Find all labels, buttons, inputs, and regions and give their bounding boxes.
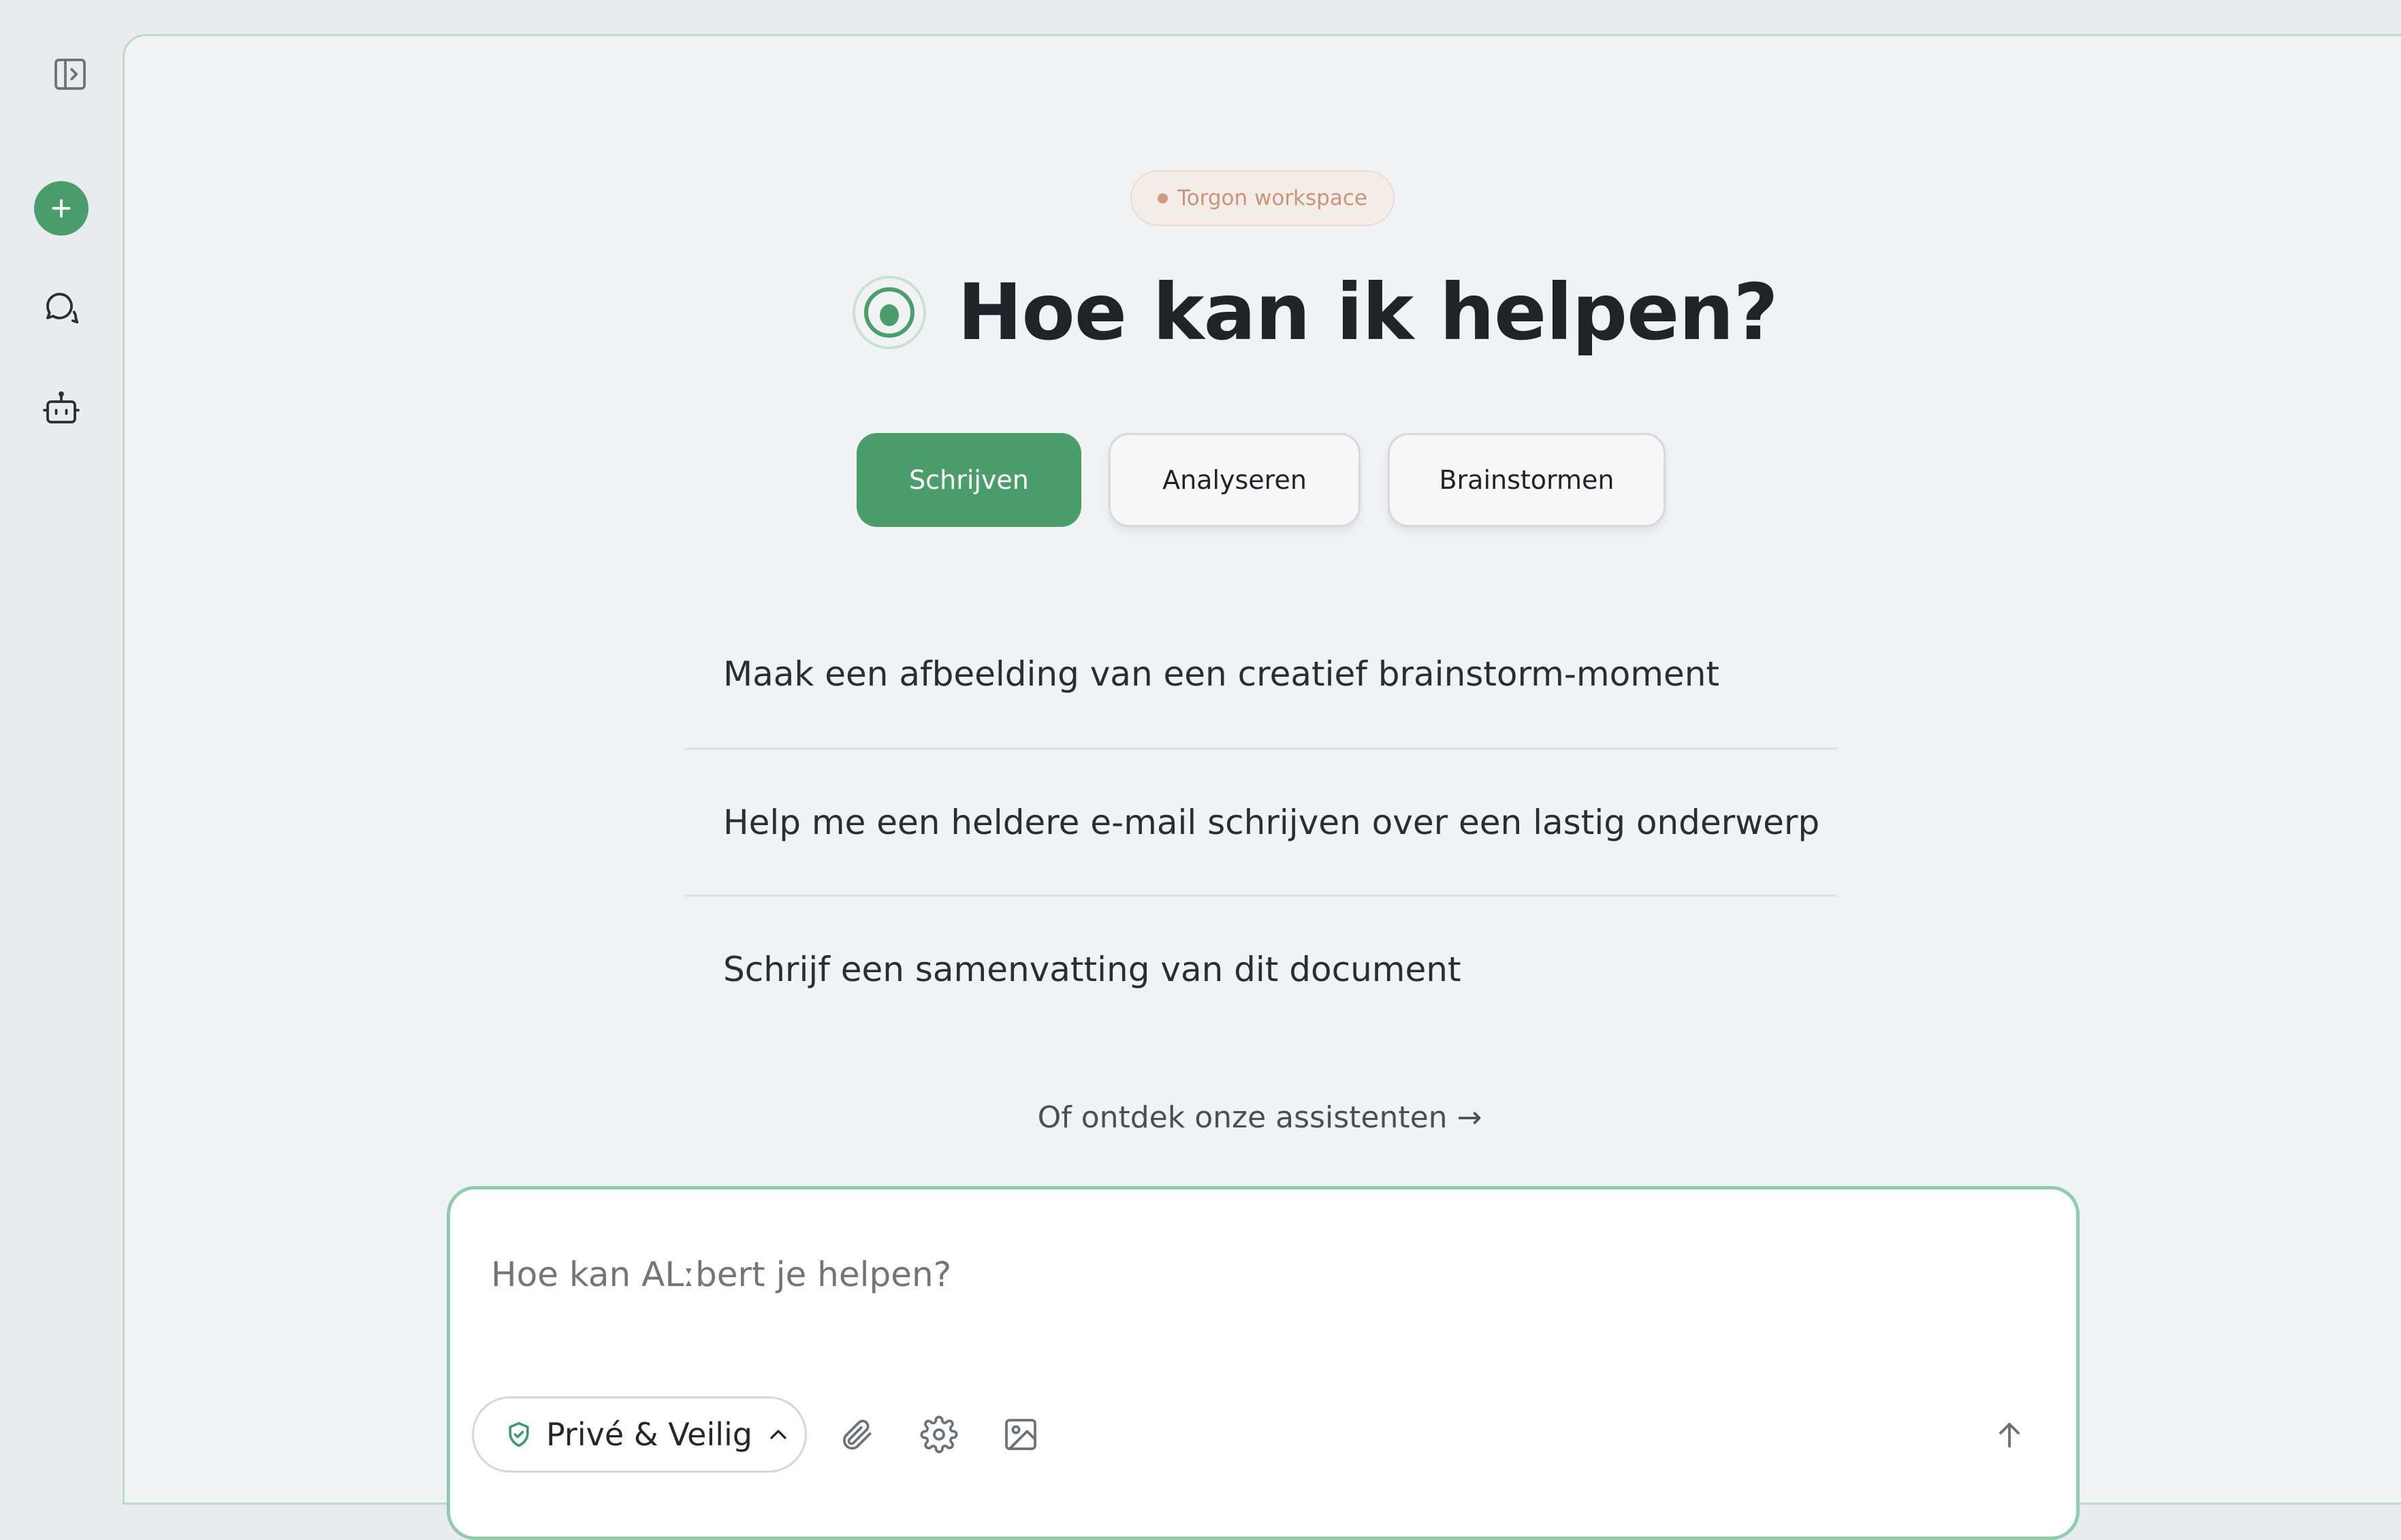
send-button[interactable]: [1989, 1414, 2030, 1455]
composer: Privé & Veilig: [447, 1186, 2080, 1540]
image-icon: [1005, 1419, 1036, 1450]
suggestion-item[interactable]: Schrijf een samenvatting van dit documen…: [685, 895, 1837, 1042]
prompt-input[interactable]: [491, 1255, 1989, 1294]
privacy-label: Privé & Veilig: [546, 1416, 752, 1453]
privacy-selector[interactable]: Privé & Veilig: [472, 1396, 807, 1473]
robot-icon: [43, 391, 80, 423]
mode-tabs: Schrijven Analyseren Brainstormen: [857, 433, 1666, 527]
tab-brainstormen[interactable]: Brainstormen: [1388, 433, 1666, 527]
page-title: Hoe kan ik helpen?: [957, 267, 1779, 357]
sidebar-toggle-button[interactable]: [48, 52, 93, 97]
workspace-badge[interactable]: Torgon workspace: [1130, 170, 1395, 226]
workspace-badge-label: Torgon workspace: [1177, 186, 1367, 210]
suggestion-item[interactable]: Help me een heldere e-mail schrijven ove…: [685, 748, 1837, 895]
sidebar-toggle-icon: [54, 59, 86, 90]
attach-button[interactable]: [837, 1414, 878, 1455]
badge-dot: [1158, 193, 1168, 204]
chats-button[interactable]: [38, 285, 84, 331]
shield-check-icon: [509, 1422, 529, 1447]
sidebar-rail: [0, 0, 123, 1495]
image-button[interactable]: [1000, 1414, 1041, 1455]
new-chat-button[interactable]: [34, 181, 89, 236]
settings-button[interactable]: [919, 1414, 959, 1455]
tab-schrijven[interactable]: Schrijven: [857, 433, 1081, 527]
suggestion-list: Maak een afbeelding van een creatief bra…: [685, 600, 1837, 1042]
chat-bubble-icon: [46, 293, 79, 324]
tab-analyseren[interactable]: Analyseren: [1109, 433, 1361, 527]
chevron-up-icon: [770, 1430, 786, 1439]
gear-icon: [920, 1415, 958, 1454]
discover-assistants-link[interactable]: Of ontdek onze assistenten →: [817, 1100, 1702, 1135]
assistants-button[interactable]: [38, 385, 84, 432]
paperclip-icon: [843, 1419, 872, 1450]
arrow-up-icon: [1999, 1422, 2020, 1448]
target-logo-icon: [853, 276, 926, 349]
plus-icon: [52, 199, 71, 218]
suggestion-item[interactable]: Maak een afbeelding van een creatief bra…: [685, 600, 1837, 748]
page-heading: Hoe kan ik helpen?: [851, 264, 1779, 361]
